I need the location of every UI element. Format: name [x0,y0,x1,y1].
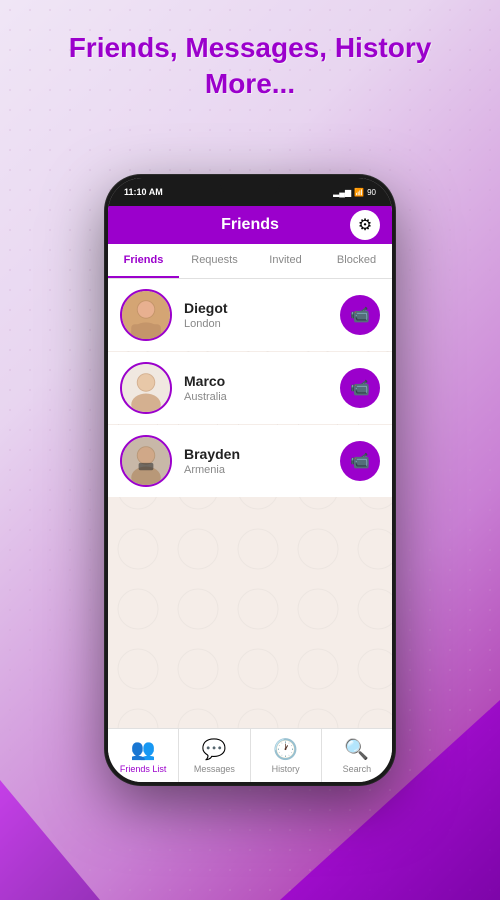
avatar [120,362,172,414]
video-icon: 📹 [350,378,370,398]
friends-list: Diegot London 📹 Mar [108,279,392,728]
nav-item-messages[interactable]: 💬 Messages [179,729,250,782]
notch [220,178,280,196]
list-item[interactable]: Brayden Armenia 📹 [108,425,392,497]
phone-screen: 11:10 AM ▂▄▆ 📶 90 Friends ⚙ Friends Requ… [108,178,392,782]
nav-label-friends: Friends List [120,764,167,774]
friend-location: Australia [184,391,340,403]
video-icon: 📹 [350,305,370,325]
settings-icon: ⚙ [358,215,372,235]
friend-location: London [184,318,340,330]
list-item[interactable]: Marco Australia 📹 [108,352,392,424]
friend-info: Marco Australia [184,373,340,403]
avatar [120,435,172,487]
friend-name: Brayden [184,446,340,462]
tab-invited[interactable]: Invited [250,244,321,278]
app-header: Friends ⚙ [108,206,392,244]
video-call-button[interactable]: 📹 [340,368,380,408]
tab-blocked[interactable]: Blocked [321,244,392,278]
friend-name: Diegot [184,300,340,316]
friend-info: Brayden Armenia [184,446,340,476]
battery-text: 90 [367,188,376,197]
wifi-icon: 📶 [354,188,364,197]
bottom-nav: 👥 Friends List 💬 Messages 🕐 History 🔍 Se… [108,728,392,782]
tab-friends[interactable]: Friends [108,244,179,278]
search-icon: 🔍 [344,737,369,762]
video-call-button[interactable]: 📹 [340,295,380,335]
status-time: 11:10 AM [124,187,163,197]
status-bar: 11:10 AM ▂▄▆ 📶 90 [108,178,392,206]
page-header: Friends, Messages, History More... [0,30,500,103]
tabs-bar: Friends Requests Invited Blocked [108,244,392,279]
nav-label-history: History [272,764,300,774]
friend-location: Armenia [184,464,340,476]
friends-list-icon: 👥 [131,737,156,762]
nav-item-friends-list[interactable]: 👥 Friends List [108,729,179,782]
page-title: Friends, Messages, History More... [0,30,500,103]
settings-button[interactable]: ⚙ [350,210,380,240]
history-icon: 🕐 [273,737,298,762]
corner-decoration-left [0,780,100,900]
nav-item-history[interactable]: 🕐 History [251,729,322,782]
friend-name: Marco [184,373,340,389]
video-call-button[interactable]: 📹 [340,441,380,481]
video-icon: 📹 [350,451,370,471]
status-icons: ▂▄▆ 📶 90 [333,188,376,197]
nav-item-search[interactable]: 🔍 Search [322,729,392,782]
list-item[interactable]: Diegot London 📹 [108,279,392,351]
messages-icon: 💬 [202,737,227,762]
phone-frame: 11:10 AM ▂▄▆ 📶 90 Friends ⚙ Friends Requ… [105,175,395,785]
tab-requests[interactable]: Requests [179,244,250,278]
nav-label-search: Search [343,764,372,774]
nav-label-messages: Messages [194,764,235,774]
app-title: Friends [221,216,279,234]
friend-info: Diegot London [184,300,340,330]
signal-icon: ▂▄▆ [333,188,351,197]
avatar [120,289,172,341]
